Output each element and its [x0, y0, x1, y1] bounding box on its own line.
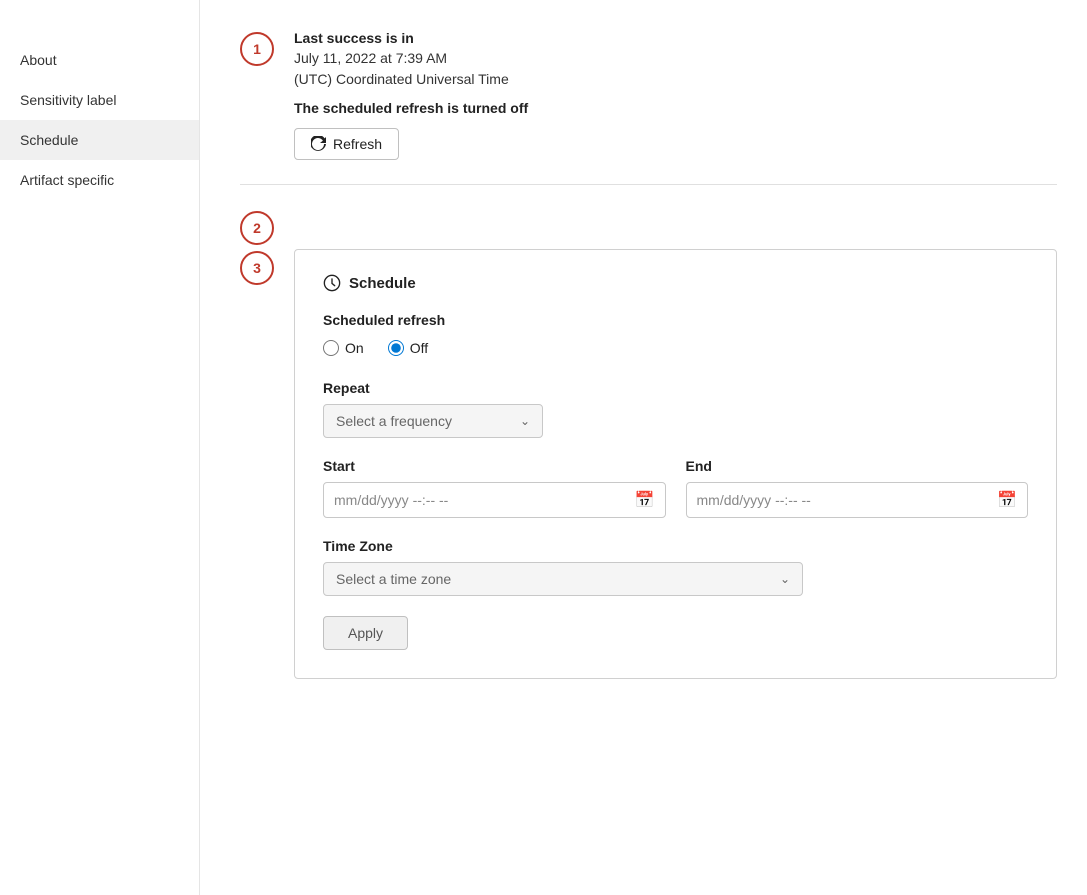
timezone-dropdown[interactable]: Select a time zone ⌄ — [323, 562, 803, 596]
sidebar-item-schedule[interactable]: Schedule — [0, 120, 199, 160]
timezone-label: Time Zone — [323, 538, 1028, 554]
schedule-card: Schedule Scheduled refresh On Off — [294, 249, 1057, 679]
date-row: Start mm/dd/yyyy --:-- -- 📅 End mm/dd/yy… — [323, 458, 1028, 518]
start-field: Start mm/dd/yyyy --:-- -- 📅 — [323, 458, 666, 518]
step3-indicator: 3 — [240, 251, 274, 285]
step3-row: 3 Schedule Scheduled refresh — [240, 249, 1057, 679]
refresh-button-label: Refresh — [333, 136, 382, 152]
last-success-tz: (UTC) Coordinated Universal Time — [294, 69, 1057, 90]
last-success-date: July 11, 2022 at 7:39 AM — [294, 48, 1057, 69]
end-field: End mm/dd/yyyy --:-- -- 📅 — [686, 458, 1029, 518]
calendar-icon-end[interactable]: 📅 — [997, 490, 1017, 510]
radio-off-option[interactable]: Off — [388, 340, 428, 356]
radio-off-label: Off — [410, 340, 428, 356]
repeat-label: Repeat — [323, 380, 1028, 396]
step1-indicator: 1 — [240, 32, 274, 66]
schedule-card-title: Schedule — [323, 274, 1028, 292]
chevron-down-icon: ⌄ — [520, 414, 530, 428]
frequency-dropdown[interactable]: Select a frequency ⌄ — [323, 404, 543, 438]
schedule-title-label: Schedule — [349, 275, 416, 292]
start-label: Start — [323, 458, 666, 474]
start-placeholder: mm/dd/yyyy --:-- -- — [334, 492, 635, 508]
timezone-placeholder: Select a time zone — [336, 571, 451, 587]
sidebar: About Sensitivity label Schedule Artifac… — [0, 0, 200, 895]
radio-on-label: On — [345, 340, 364, 356]
divider1 — [240, 184, 1057, 185]
refresh-icon — [311, 136, 327, 152]
scheduled-refresh-label: Scheduled refresh — [323, 312, 1028, 328]
sidebar-item-about[interactable]: About — [0, 40, 199, 80]
step3-content: Schedule Scheduled refresh On Off — [294, 249, 1057, 679]
step2-row: 2 — [240, 209, 1057, 245]
main-content: 1 Last success is in July 11, 2022 at 7:… — [200, 0, 1087, 895]
chevron-down-icon-tz: ⌄ — [780, 572, 790, 586]
timezone-group: Time Zone Select a time zone ⌄ — [323, 538, 1028, 596]
apply-button[interactable]: Apply — [323, 616, 408, 650]
start-input-wrapper[interactable]: mm/dd/yyyy --:-- -- 📅 — [323, 482, 666, 518]
refresh-status-text: The scheduled refresh is turned off — [294, 100, 1057, 116]
refresh-button[interactable]: Refresh — [294, 128, 399, 160]
repeat-group: Repeat Select a frequency ⌄ — [323, 380, 1028, 438]
end-placeholder: mm/dd/yyyy --:-- -- — [697, 492, 998, 508]
scheduled-refresh-group: Scheduled refresh On Off — [323, 312, 1028, 356]
radio-on-input[interactable] — [323, 340, 339, 356]
radio-on-option[interactable]: On — [323, 340, 364, 356]
end-input-wrapper[interactable]: mm/dd/yyyy --:-- -- 📅 — [686, 482, 1029, 518]
step1-row: 1 Last success is in July 11, 2022 at 7:… — [240, 30, 1057, 160]
step1-content: Last success is in July 11, 2022 at 7:39… — [294, 30, 1057, 160]
sidebar-item-sensitivity-label[interactable]: Sensitivity label — [0, 80, 199, 120]
clock-icon — [323, 274, 341, 292]
radio-off-input[interactable] — [388, 340, 404, 356]
last-success-title: Last success is in — [294, 30, 1057, 46]
step2-indicator: 2 — [240, 211, 274, 245]
frequency-placeholder: Select a frequency — [336, 413, 452, 429]
sidebar-item-artifact-specific[interactable]: Artifact specific — [0, 160, 199, 200]
end-label: End — [686, 458, 1029, 474]
calendar-icon-start[interactable]: 📅 — [635, 490, 655, 510]
radio-group: On Off — [323, 340, 1028, 356]
